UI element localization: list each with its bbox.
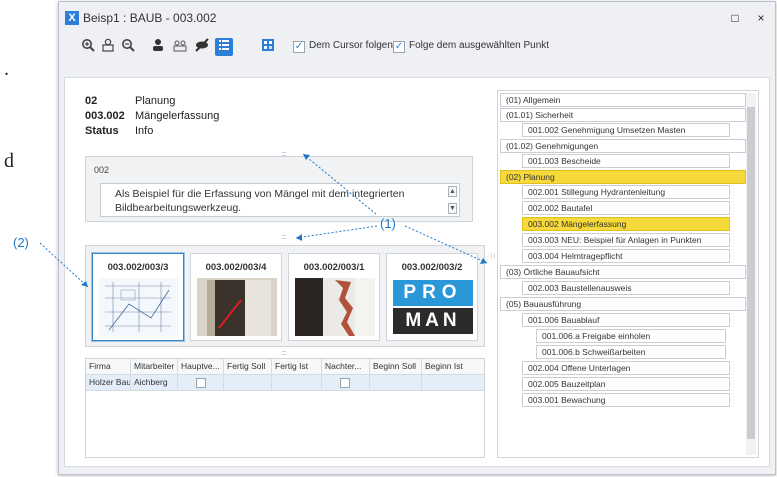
callout-arrows bbox=[39, 153, 488, 288]
callout-label-2: (2) bbox=[13, 235, 29, 250]
callout-label-1: (1) bbox=[380, 216, 396, 231]
